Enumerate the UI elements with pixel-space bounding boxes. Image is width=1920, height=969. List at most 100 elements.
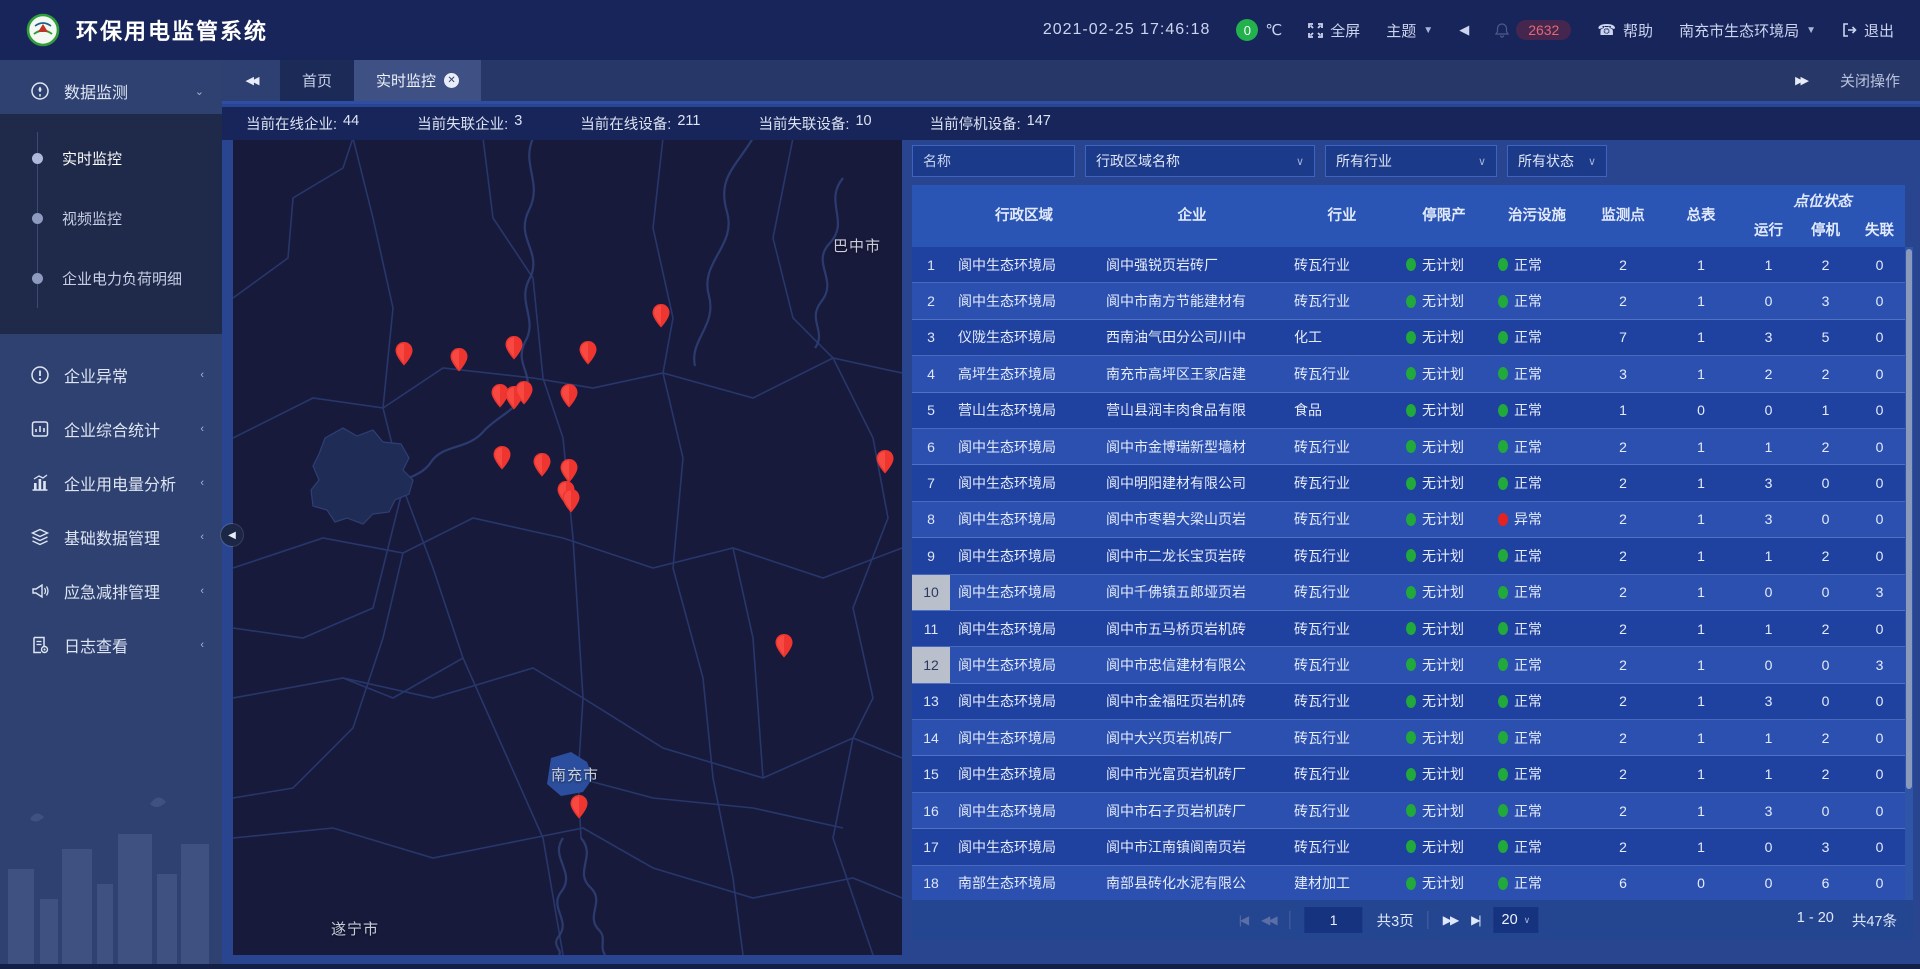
table-row[interactable]: 15 阆中生态环境局 阆中市光富页岩机砖厂 砖瓦行业 无计划 正常 2 1 1 … bbox=[912, 756, 1905, 792]
map-marker[interactable] bbox=[505, 336, 523, 360]
next-page-button[interactable]: ▶▶ bbox=[1443, 913, 1457, 927]
tabs-scroll-right-button[interactable]: ▶▶ bbox=[1795, 74, 1806, 87]
cell-facility: 正常 bbox=[1490, 393, 1584, 428]
fullscreen-icon bbox=[1308, 23, 1323, 38]
map-marker[interactable] bbox=[450, 348, 468, 372]
map-marker[interactable] bbox=[515, 381, 533, 405]
logout-button[interactable]: 退出 bbox=[1842, 20, 1894, 41]
row-number-cell: 9 bbox=[912, 538, 950, 573]
help-button[interactable]: ☎ 帮助 bbox=[1597, 20, 1653, 41]
table-row[interactable]: 1 阆中生态环境局 阆中强锐页岩砖厂 砖瓦行业 无计划 正常 2 1 1 2 0 bbox=[912, 247, 1905, 283]
tabs-scroll-left-button[interactable]: ◀◀ bbox=[222, 60, 280, 101]
map-marker[interactable] bbox=[560, 459, 578, 483]
region-select[interactable]: 行政区域名称 ∨ bbox=[1085, 145, 1315, 177]
table-row[interactable]: 12 阆中生态环境局 阆中市忠信建材有限公 砖瓦行业 无计划 正常 2 1 0 … bbox=[912, 647, 1905, 683]
table-row[interactable]: 16 阆中生态环境局 阆中市石子页岩机砖厂 砖瓦行业 无计划 正常 2 1 3 … bbox=[912, 793, 1905, 829]
tab-close-icon[interactable]: ✕ bbox=[444, 73, 459, 88]
table-row[interactable]: 5 营山生态环境局 营山县润丰肉食品有限 食品 无计划 正常 1 0 0 1 0 bbox=[912, 393, 1905, 429]
map-marker[interactable] bbox=[570, 795, 588, 819]
map-marker[interactable] bbox=[395, 342, 413, 366]
sidebar-item-power-analysis[interactable]: 企业用电量分析 ‹ bbox=[0, 456, 222, 510]
notification-widget[interactable]: 2632 bbox=[1495, 20, 1571, 40]
cell-facility: 正常 bbox=[1490, 538, 1584, 573]
stop-status-dot bbox=[1406, 404, 1416, 417]
cell-run: 0 bbox=[1740, 283, 1797, 318]
table-row[interactable]: 9 阆中生态环境局 阆中市二龙长宝页岩砖 砖瓦行业 无计划 正常 2 1 1 2… bbox=[912, 538, 1905, 574]
sidebar-item-label: 企业综合统计 bbox=[64, 417, 160, 441]
map-marker[interactable] bbox=[562, 489, 580, 513]
name-search-input[interactable] bbox=[912, 145, 1075, 177]
cell-industry: 砖瓦行业 bbox=[1286, 720, 1398, 755]
table-row[interactable]: 13 阆中生态环境局 阆中市金福旺页岩机砖 砖瓦行业 无计划 正常 2 1 3 … bbox=[912, 684, 1905, 720]
cell-monitor: 1 bbox=[1584, 393, 1662, 428]
status-select[interactable]: 所有状态 ∨ bbox=[1507, 145, 1607, 177]
sidebar-item-video-monitor[interactable]: 视频监控 bbox=[0, 188, 222, 248]
table-row[interactable]: 18 南部生态环境局 南部县砖化水泥有限公 建材加工 无计划 正常 6 0 0 … bbox=[912, 866, 1905, 900]
tabbar-right: ▶▶ 关闭操作 bbox=[1795, 60, 1920, 101]
fullscreen-label: 全屏 bbox=[1330, 20, 1360, 41]
tab-home[interactable]: 首页 bbox=[280, 60, 354, 101]
facility-text: 正常 bbox=[1514, 728, 1542, 748]
org-dropdown[interactable]: 南充市生态环境局 ▼ bbox=[1679, 20, 1816, 41]
cell-meter: 1 bbox=[1662, 283, 1740, 318]
table-row[interactable]: 7 阆中生态环境局 阆中明阳建材有限公司 砖瓦行业 无计划 正常 2 1 3 0… bbox=[912, 465, 1905, 501]
facility-status-dot bbox=[1498, 367, 1508, 380]
table-row[interactable]: 11 阆中生态环境局 阆中市五马桥页岩机砖 砖瓦行业 无计划 正常 2 1 1 … bbox=[912, 611, 1905, 647]
sound-button[interactable]: ◀ bbox=[1459, 22, 1469, 38]
sidebar-item-emergency[interactable]: 应急减排管理 ‹ bbox=[0, 564, 222, 618]
map-marker[interactable] bbox=[533, 453, 551, 477]
sidebar-item-power-load-detail[interactable]: 企业电力负荷明细 bbox=[0, 248, 222, 308]
table-row[interactable]: 14 阆中生态环境局 阆中大兴页岩机砖厂 砖瓦行业 无计划 正常 2 1 1 2… bbox=[912, 720, 1905, 756]
sidebar-collapse-toggle[interactable]: ◀ bbox=[221, 524, 243, 546]
cell-region: 阆中生态环境局 bbox=[950, 756, 1098, 791]
table-row[interactable]: 2 阆中生态环境局 阆中市南方节能建材有 砖瓦行业 无计划 正常 2 1 0 3… bbox=[912, 283, 1905, 319]
first-page-button[interactable]: |◀ bbox=[1239, 913, 1247, 927]
stop-status-dot bbox=[1406, 840, 1416, 853]
map-marker[interactable] bbox=[493, 446, 511, 470]
sidebar-item-label: 企业用电量分析 bbox=[64, 471, 176, 495]
table-row[interactable]: 10 阆中生态环境局 阆中千佛镇五郎垭页岩 砖瓦行业 无计划 正常 2 1 0 … bbox=[912, 575, 1905, 611]
table-row[interactable]: 3 仪陇生态环境局 西南油气田分公司川中 化工 无计划 正常 7 1 3 5 0 bbox=[912, 320, 1905, 356]
sidebar-item-data-monitor[interactable]: 数据监测 ⌄ bbox=[0, 68, 222, 114]
sidebar-item-label: 视频监控 bbox=[62, 208, 122, 229]
page-size-select[interactable]: 20 ∨ bbox=[1494, 907, 1539, 933]
table-row[interactable]: 8 阆中生态环境局 阆中市枣碧大梁山页岩 砖瓦行业 无计划 异常 2 1 3 0… bbox=[912, 502, 1905, 538]
table-row[interactable]: 6 阆中生态环境局 阆中市金博瑞新型墙材 砖瓦行业 无计划 正常 2 1 1 2… bbox=[912, 429, 1905, 465]
stop-status-dot bbox=[1406, 658, 1416, 671]
cell-region: 南部生态环境局 bbox=[950, 866, 1098, 900]
cell-monitor: 2 bbox=[1584, 538, 1662, 573]
sidebar-item-company-stats[interactable]: 企业综合统计 ‹ bbox=[0, 402, 222, 456]
scrollbar-thumb[interactable] bbox=[1906, 249, 1912, 789]
stop-text: 无计划 bbox=[1422, 764, 1464, 784]
table-scrollbar[interactable] bbox=[1905, 247, 1913, 900]
last-page-button[interactable]: ▶| bbox=[1471, 913, 1479, 927]
cell-meter: 1 bbox=[1662, 756, 1740, 791]
page-number-input[interactable] bbox=[1305, 907, 1363, 933]
map-marker[interactable] bbox=[775, 634, 793, 658]
sidebar-item-logs[interactable]: 日志查看 ‹ bbox=[0, 618, 222, 672]
cell-meter: 0 bbox=[1662, 393, 1740, 428]
sidebar-item-base-data[interactable]: 基础数据管理 ‹ bbox=[0, 510, 222, 564]
map-marker[interactable] bbox=[560, 384, 578, 408]
filter-bar: 行政区域名称 ∨ 所有行业 ∨ 所有状态 ∨ bbox=[912, 145, 1913, 177]
stop-text: 无计划 bbox=[1422, 873, 1464, 893]
tab-realtime-monitor[interactable]: 实时监控 ✕ bbox=[354, 60, 481, 101]
header-stopped: 停机 bbox=[1797, 211, 1854, 247]
map-marker[interactable] bbox=[876, 450, 894, 474]
sidebar-item-company-abnormal[interactable]: 企业异常 ‹ bbox=[0, 348, 222, 402]
fullscreen-button[interactable]: 全屏 bbox=[1308, 20, 1360, 41]
header-actions: 2021-02-25 17:46:18 0 ℃ 全屏 主题 ▼ ◀ bbox=[1043, 19, 1920, 41]
map-marker[interactable] bbox=[579, 341, 597, 365]
cell-monitor: 2 bbox=[1584, 756, 1662, 791]
close-operations-button[interactable]: 关闭操作 bbox=[1840, 70, 1900, 91]
table-row[interactable]: 4 高坪生态环境局 南充市高坪区王家店建 砖瓦行业 无计划 正常 3 1 2 2… bbox=[912, 356, 1905, 392]
prev-page-button[interactable]: ◀◀ bbox=[1261, 913, 1275, 927]
temperature-unit: ℃ bbox=[1265, 21, 1282, 39]
map-panel[interactable]: 巴中市南充市遂宁市 bbox=[233, 138, 902, 955]
table-row[interactable]: 17 阆中生态环境局 阆中市江南镇阆南页岩 砖瓦行业 无计划 正常 2 1 0 … bbox=[912, 829, 1905, 865]
sidebar-item-realtime-monitor[interactable]: 实时监控 bbox=[0, 128, 222, 188]
cell-run: 0 bbox=[1740, 647, 1797, 682]
industry-select[interactable]: 所有行业 ∨ bbox=[1325, 145, 1497, 177]
map-marker[interactable] bbox=[652, 304, 670, 328]
theme-dropdown[interactable]: 主题 ▼ bbox=[1386, 20, 1433, 41]
